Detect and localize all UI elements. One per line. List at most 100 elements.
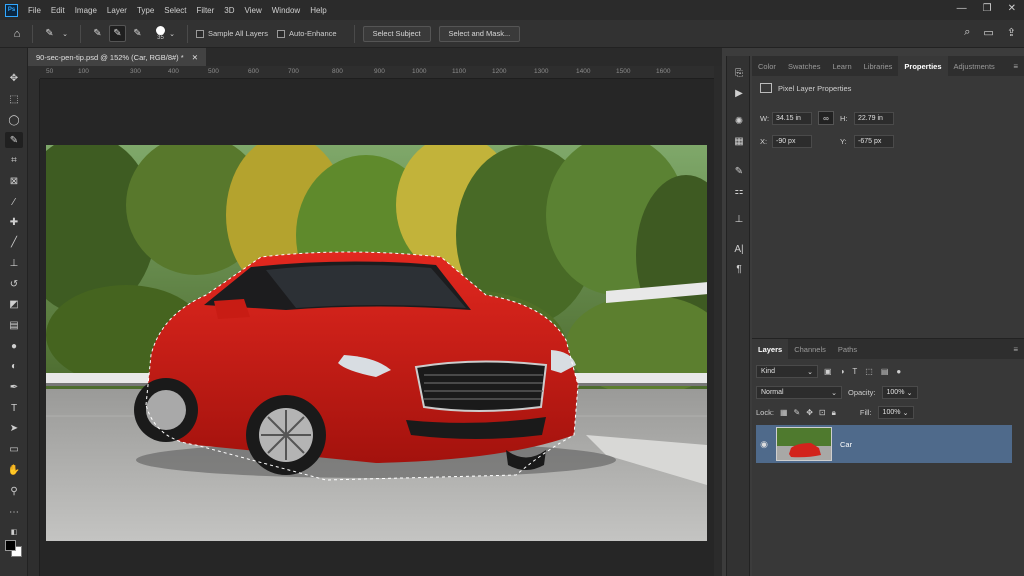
restore-icon[interactable]: ❐ (983, 3, 992, 14)
checkbox-box[interactable] (196, 29, 204, 38)
horizontal-ruler[interactable]: 50 100 300 400 500 600 700 800 900 1000 … (40, 66, 714, 79)
frame-tool-icon[interactable]: ⊠ (5, 173, 23, 189)
tab-layers[interactable]: Layers (752, 339, 789, 359)
close-tab-icon[interactable]: ✕ (192, 53, 198, 62)
x-field[interactable]: -90 px (772, 135, 812, 148)
menu-filter[interactable]: Filter (197, 6, 215, 15)
ruler-origin[interactable] (28, 66, 40, 79)
tab-properties[interactable]: Properties (898, 56, 948, 76)
tab-channels[interactable]: Channels (788, 339, 832, 359)
blend-mode-dropdown[interactable]: Normal ⌄ (756, 386, 842, 399)
filter-toggle-icon[interactable]: ● (896, 367, 901, 376)
menu-3d[interactable]: 3D (224, 6, 234, 15)
share-icon[interactable]: ⇪ (1007, 26, 1016, 39)
new-selection-icon[interactable]: ✎ (89, 25, 106, 42)
home-icon[interactable]: ⌂ (10, 27, 24, 41)
document-canvas[interactable] (46, 145, 707, 541)
brush-tool-icon[interactable]: ╱ (5, 234, 23, 250)
more-tools-icon[interactable]: ⋯ (5, 504, 23, 520)
chevron-down-icon[interactable]: ⌄ (165, 27, 179, 41)
type-tool-icon[interactable]: T (5, 400, 23, 416)
shape-tool-icon[interactable]: ▭ (5, 441, 23, 457)
filter-smart-object-icon[interactable]: ▤ (881, 367, 889, 376)
vertical-ruler[interactable] (28, 79, 40, 576)
clone-source-icon[interactable]: ⊥ (732, 212, 746, 226)
chevron-down-icon[interactable]: ⌄ (58, 27, 72, 41)
lasso-tool-icon[interactable]: ◯ (5, 112, 23, 128)
brush-settings-icon[interactable]: ✎ (732, 164, 746, 178)
link-dimensions-icon[interactable]: ∞ (818, 111, 834, 125)
blur-tool-icon[interactable]: ● (5, 338, 23, 354)
menu-select[interactable]: Select (164, 6, 186, 15)
foreground-color-swatch[interactable] (5, 540, 16, 551)
filter-adjustment-icon[interactable]: ◑ (840, 367, 845, 376)
menu-image[interactable]: Image (75, 6, 97, 15)
photoshop-logo-icon[interactable]: Ps (5, 3, 18, 17)
search-icon[interactable]: ⌕ (964, 26, 970, 39)
fill-field[interactable]: 100% ⌄ (877, 406, 914, 419)
y-field[interactable]: -675 px (854, 135, 894, 148)
dodge-tool-icon[interactable]: ◐ (5, 358, 23, 374)
quick-selection-tool-icon[interactable]: ✎ (5, 132, 23, 148)
healing-brush-tool-icon[interactable]: ✚ (5, 214, 23, 230)
lock-artboard-icon[interactable]: ⊡ (819, 408, 826, 418)
filter-pixel-icon[interactable]: ▣ (824, 367, 832, 376)
select-and-mask-button[interactable]: Select and Mask... (438, 25, 521, 42)
tab-learn[interactable]: Learn (826, 56, 857, 76)
tab-swatches[interactable]: Swatches (782, 56, 827, 76)
actions-play-icon[interactable]: ▶ (732, 86, 746, 100)
adjustments-sun-icon[interactable]: ✺ (732, 114, 746, 128)
tab-color[interactable]: Color (752, 56, 782, 76)
document-tab[interactable]: 90-sec-pen-tip.psd @ 152% (Car, RGB/8#) … (28, 48, 206, 66)
kind-filter-dropdown[interactable]: Kind ⌄ (756, 365, 818, 378)
filter-shape-icon[interactable]: ⬚ (865, 367, 873, 376)
auto-enhance-checkbox[interactable]: Auto-Enhance (277, 29, 337, 38)
add-to-selection-icon[interactable]: ✎ (109, 25, 126, 42)
filter-type-icon[interactable]: T (852, 367, 857, 376)
subtract-from-selection-icon[interactable]: ✎ (129, 25, 146, 42)
workspace-icon[interactable]: ▭ (983, 26, 993, 39)
opacity-field[interactable]: 100% ⌄ (881, 386, 918, 399)
character-panel-icon[interactable]: A| (732, 242, 746, 256)
pen-tool-icon[interactable]: ✒ (5, 379, 23, 395)
menu-type[interactable]: Type (137, 6, 154, 15)
path-selection-tool-icon[interactable]: ➤ (5, 420, 23, 436)
visibility-eye-icon[interactable]: ◉ (756, 439, 772, 450)
menu-view[interactable]: View (245, 6, 262, 15)
crop-tool-icon[interactable]: ⌗ (5, 152, 23, 168)
lock-transparent-icon[interactable]: ▦ (780, 408, 788, 418)
tab-adjustments[interactable]: Adjustments (948, 56, 1001, 76)
lock-position-icon[interactable]: ✥ (806, 408, 813, 418)
vertical-scrollbar[interactable] (714, 66, 722, 576)
hand-tool-icon[interactable]: ✋ (5, 462, 23, 478)
minimize-icon[interactable]: — (957, 3, 967, 14)
menu-help[interactable]: Help (310, 6, 326, 15)
quick-selection-preset-icon[interactable]: ✎ (41, 25, 58, 42)
menu-window[interactable]: Window (272, 6, 300, 15)
zoom-tool-icon[interactable]: ⚲ (5, 483, 23, 499)
default-colors-icon[interactable]: ◧ (5, 524, 23, 540)
canvas-area[interactable] (40, 79, 714, 576)
tab-libraries[interactable]: Libraries (858, 56, 899, 76)
tab-paths[interactable]: Paths (832, 339, 863, 359)
libraries-icon[interactable]: ▦ (732, 134, 746, 148)
layer-row[interactable]: ◉ Car (756, 425, 1012, 463)
menu-layer[interactable]: Layer (107, 6, 127, 15)
panel-menu-icon[interactable]: ≡ (1013, 345, 1018, 354)
history-brush-tool-icon[interactable]: ↺ (5, 276, 23, 292)
select-subject-button[interactable]: Select Subject (362, 25, 431, 42)
history-panel-icon[interactable]: ⎘ (732, 66, 746, 80)
move-tool-icon[interactable]: ✥ (5, 70, 23, 86)
lock-image-icon[interactable]: ✎ (794, 408, 801, 418)
eyedropper-tool-icon[interactable]: ⁄ (5, 194, 23, 210)
eraser-tool-icon[interactable]: ◩ (5, 296, 23, 312)
checkbox-box[interactable] (277, 29, 286, 38)
width-field[interactable]: 34.15 in (772, 111, 812, 125)
layer-name[interactable]: Car (840, 440, 852, 449)
paragraph-panel-icon[interactable]: ¶ (732, 262, 746, 276)
marquee-tool-icon[interactable]: ⬚ (5, 91, 23, 107)
gradient-tool-icon[interactable]: ▤ (5, 317, 23, 333)
brush-size-picker[interactable]: 35 (156, 26, 165, 41)
close-icon[interactable]: ✕ (1008, 3, 1016, 14)
sample-all-layers-checkbox[interactable]: Sample All Layers (196, 29, 268, 38)
